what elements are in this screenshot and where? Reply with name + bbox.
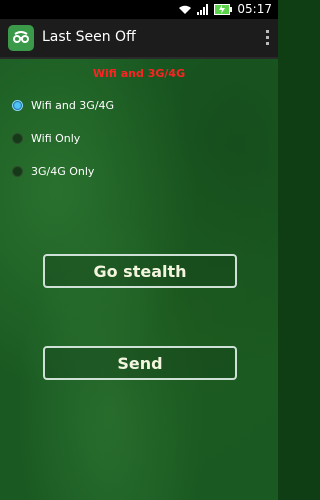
radio-button[interactable] <box>12 165 23 177</box>
status-bar: 05:17 <box>0 0 278 19</box>
option-wifi-and-mobile[interactable]: Wifi and 3G/4G <box>12 95 114 115</box>
app-title: Last Seen Off <box>42 29 136 45</box>
go-stealth-button[interactable]: Go stealth <box>43 254 237 288</box>
battery-charging-icon <box>214 4 233 15</box>
wifi-icon <box>179 5 192 14</box>
send-button[interactable]: Send <box>43 346 237 380</box>
network-mode-heading: Wifi and 3G/4G <box>92 67 186 80</box>
status-icons: 05:17 <box>178 2 272 17</box>
action-bar: Last Seen Off <box>0 19 278 59</box>
main-content: Wifi and 3G/4G Wifi and 3G/4G Wifi Only … <box>0 59 278 500</box>
option-label: 3G/4G Only <box>31 164 95 178</box>
radio-button[interactable] <box>12 132 23 144</box>
signal-icon <box>197 4 209 15</box>
overflow-menu-icon[interactable] <box>264 30 270 48</box>
app-logo-icon[interactable] <box>8 25 34 51</box>
option-label: Wifi Only <box>31 131 81 145</box>
status-time: 05:17 <box>237 2 272 16</box>
option-mobile-only[interactable]: 3G/4G Only <box>12 161 94 181</box>
radio-button-selected[interactable] <box>12 99 23 111</box>
option-wifi-only[interactable]: Wifi Only <box>12 128 80 148</box>
option-label: Wifi and 3G/4G <box>31 98 115 112</box>
